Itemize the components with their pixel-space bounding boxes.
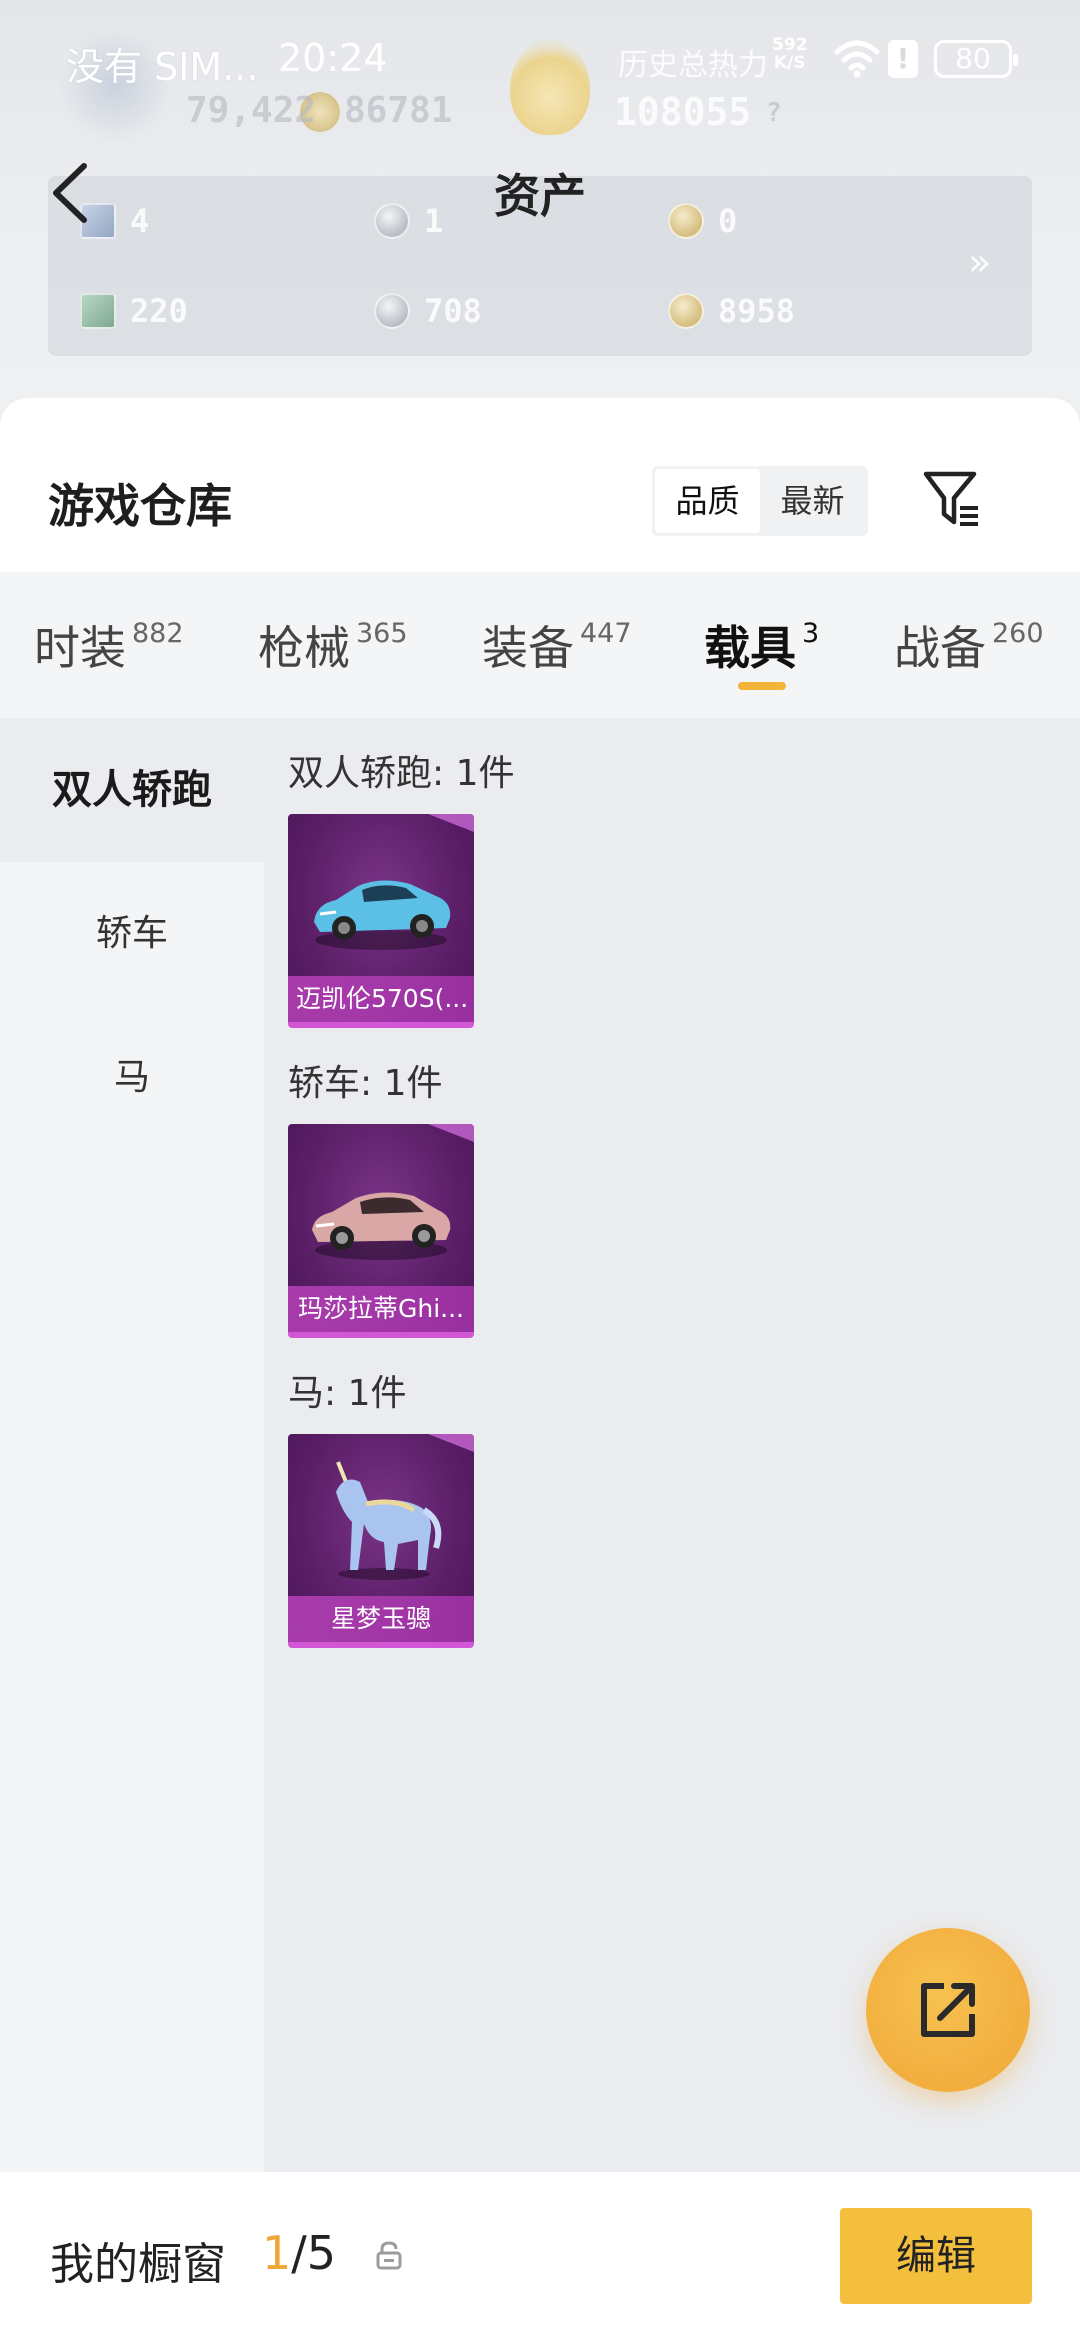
showcase-label: 我的橱窗 [50, 2239, 226, 2290]
asset-item: 708 [374, 292, 482, 330]
lock-icon [374, 2240, 404, 2274]
help-icon[interactable]: ? [766, 98, 782, 128]
group-title: 轿车: 1件 [288, 1063, 443, 1104]
tab-label: 装备 [482, 621, 574, 675]
network-speed-value: 592 [772, 35, 808, 55]
tab-label: 枪械 [258, 621, 350, 675]
item-name: 星梦玉骢 [288, 1596, 474, 1642]
tab-count: 365 [356, 618, 408, 649]
tab-count: 447 [580, 618, 632, 649]
hero-stat-2: 86781 [344, 90, 453, 131]
filter-icon [923, 471, 978, 526]
filter-button[interactable] [920, 466, 986, 532]
group-title: 马: 1件 [288, 1373, 407, 1414]
item-card[interactable]: 星梦玉骢 [288, 1434, 474, 1648]
tab-label: 时装 [34, 621, 126, 675]
share-button[interactable] [866, 1928, 1030, 2092]
category-tabs: 时装 882 枪械 365 装备 447 载具 3 战备 260 [0, 572, 1080, 718]
showcase-current: 1 [262, 2226, 292, 2280]
sort-newest-button[interactable]: 最新 [760, 469, 865, 533]
tab-label: 战备 [894, 621, 986, 675]
sedan-icon [312, 1192, 451, 1260]
network-speed-unit: K/S [773, 53, 806, 73]
tab-count: 260 [992, 618, 1044, 649]
asset-value: 220 [130, 292, 188, 330]
share-external-icon [921, 1983, 975, 2037]
showcase-total: /5 [291, 2226, 337, 2280]
tab-label: 载具 [704, 621, 796, 675]
sort-toggle: 品质 最新 [652, 466, 868, 536]
tab-count: 882 [132, 618, 184, 649]
warehouse-title: 游戏仓库 [48, 479, 232, 533]
tab-supplies[interactable]: 战备 260 [894, 612, 1044, 678]
sports-car-icon [314, 880, 451, 950]
asset-item: 220 [80, 292, 188, 330]
clock: 20:24 [278, 36, 388, 80]
page-title: 资产 [494, 169, 586, 223]
battery-icon: 80 [934, 40, 1018, 78]
wifi-icon [834, 38, 880, 87]
active-tab-indicator [738, 682, 786, 690]
tab-equipment[interactable]: 装备 447 [482, 612, 632, 678]
status-bar: 没有 SIM... 20:24 历史总热力 592 K/S ! 80 [0, 30, 1080, 90]
ticket-icon [80, 293, 116, 329]
asset-item: 8958 [668, 292, 795, 330]
history-heat-label: 历史总热力 [618, 48, 768, 83]
notification-alert-icon: ! [888, 40, 918, 78]
subcategory-sidebar: 双人轿跑 轿车 马 [0, 718, 264, 2172]
asset-value: 708 [424, 292, 482, 330]
shield-coin-icon [668, 293, 704, 329]
sidebar-item-sedan[interactable]: 轿车 [0, 862, 264, 1006]
bp-coin-icon [374, 293, 410, 329]
item-name: 玛莎拉蒂Ghi... [288, 1286, 474, 1332]
group-title: 双人轿跑: 1件 [288, 753, 515, 794]
item-card[interactable]: 迈凯伦570S(... [288, 814, 474, 1028]
edit-button[interactable]: 编辑 [840, 2208, 1032, 2304]
unicorn-icon [336, 1461, 442, 1580]
carrier-label: 没有 SIM... [66, 45, 259, 89]
history-heat-value: 108055 [614, 90, 752, 134]
showcase-count: 1/5 [262, 2226, 336, 2280]
asset-value: 8958 [718, 292, 796, 330]
tab-fashion[interactable]: 时装 882 [34, 612, 184, 678]
tab-weapons[interactable]: 枪械 365 [258, 612, 408, 678]
sidebar-item-coupe[interactable]: 双人轿跑 [0, 718, 264, 862]
tab-vehicles[interactable]: 载具 3 [704, 612, 819, 678]
sort-quality-button[interactable]: 品质 [655, 469, 760, 533]
item-card[interactable]: 玛莎拉蒂Ghi... [288, 1124, 474, 1338]
sidebar-item-horse[interactable]: 马 [0, 1006, 264, 1150]
network-speed: 592 K/S [772, 36, 808, 72]
tab-count: 3 [802, 618, 820, 649]
double-chevron-right-icon[interactable]: » [968, 240, 991, 284]
item-name: 迈凯伦570S(... [288, 976, 474, 1022]
hero-stat-1: 79,422 [186, 90, 317, 131]
